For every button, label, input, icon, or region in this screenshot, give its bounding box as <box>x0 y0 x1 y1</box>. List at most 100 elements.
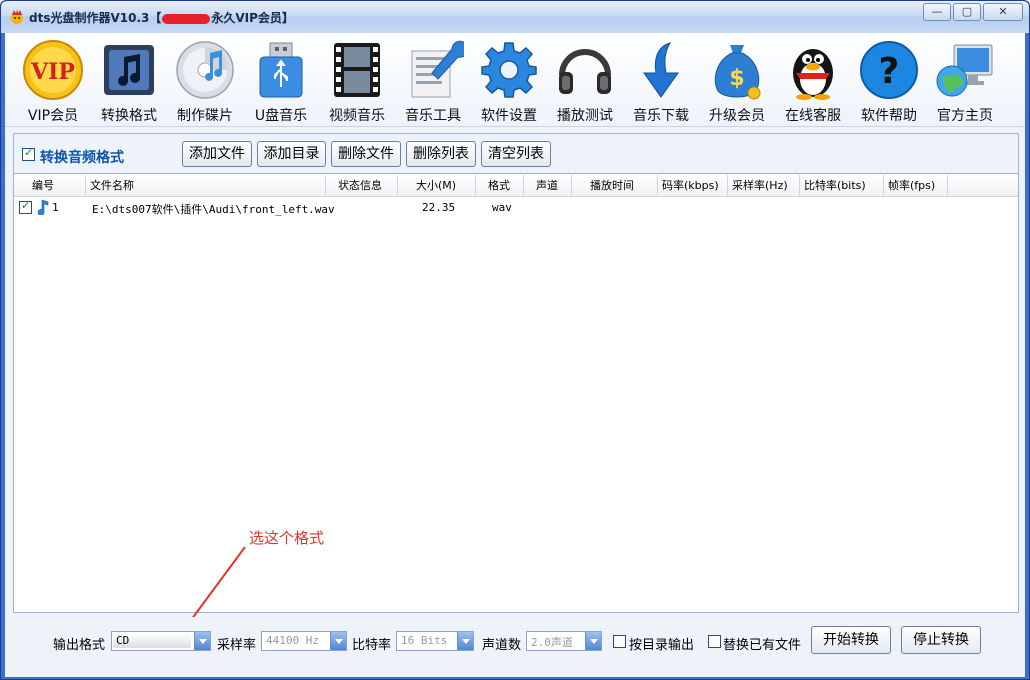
chevron-down-icon[interactable] <box>194 632 210 650</box>
column-header[interactable]: 声道 <box>524 175 572 197</box>
toolbar-label: VIP会员 <box>27 108 79 124</box>
output-format-value: CD <box>116 634 130 647</box>
samplerate-select[interactable]: 44100 Hz <box>261 631 347 651</box>
toolbar-convert-button[interactable]: 转换格式 <box>91 39 167 125</box>
toolbar-support-button[interactable]: 在线客服 <box>775 39 851 125</box>
bits-select[interactable]: 16 Bits <box>396 631 474 651</box>
convert-enable-checkbox[interactable] <box>22 146 35 161</box>
toolbar-label: 官方主页 <box>937 108 993 124</box>
replace-existing-checkbox[interactable] <box>708 635 721 648</box>
svg-text:?: ? <box>879 51 900 92</box>
svg-text:VIP: VIP <box>30 59 75 85</box>
samplerate-label: 采样率 <box>217 638 257 653</box>
column-header[interactable]: 大小(M) <box>398 175 476 197</box>
output-by-dir-label: 按目录输出 <box>629 638 695 653</box>
add-file-button[interactable]: 添加文件 <box>182 141 252 167</box>
usb-drive-icon <box>259 42 303 98</box>
audio-file-icon <box>37 199 49 215</box>
toolbar-label: 在线客服 <box>785 108 841 124</box>
toolbar-label: 软件帮助 <box>861 108 917 124</box>
window-title-prefix: dts光盘制作器V10.3【 <box>29 11 162 25</box>
vip-badge-icon: VIP <box>23 40 83 100</box>
toolbar-help-button[interactable]: ? 软件帮助 <box>851 39 927 125</box>
title-bar[interactable]: dts光盘制作器V10.3【 永久VIP会员】 — ▢ ✕ <box>1 1 1029 33</box>
delete-list-button[interactable]: 删除列表 <box>406 141 476 167</box>
column-header[interactable]: 码率(kbps) <box>658 175 728 197</box>
minimize-button[interactable]: — <box>923 3 951 21</box>
output-settings-bar: 输出格式 CD 采样率 44100 Hz 比特率 16 Bits 声道数 2.0… <box>5 617 1025 677</box>
toolbar-homepage-button[interactable]: 官方主页 <box>927 39 1003 125</box>
channels-select[interactable]: 2.0声道 <box>526 631 602 651</box>
window-title-suffix: 永久VIP会员】 <box>211 11 294 25</box>
globe-computer-icon <box>936 44 993 97</box>
column-header[interactable]: 播放时间 <box>572 175 658 197</box>
replace-existing-label: 替换已有文件 <box>723 638 802 653</box>
film-strip-icon <box>334 43 380 97</box>
tools-icon <box>411 40 464 98</box>
toolbar-burn-button[interactable]: 制作碟片 <box>167 39 243 125</box>
gear-icon <box>481 42 537 98</box>
window-title: dts光盘制作器V10.3【 永久VIP会员】 <box>29 9 294 26</box>
toolbar-video-music-button[interactable]: 视频音乐 <box>319 39 395 125</box>
toolbar-label: 视频音乐 <box>329 108 385 124</box>
toolbar-settings-button[interactable]: 软件设置 <box>471 39 547 125</box>
row-checkbox[interactable] <box>19 199 32 214</box>
toolbar-upgrade-button[interactable]: $ 升级会员 <box>699 39 775 125</box>
redacted-mark <box>162 13 211 24</box>
annotation-text: 选这个格式 <box>249 529 325 547</box>
maximize-button[interactable]: ▢ <box>953 3 981 21</box>
output-by-dir-checkbox[interactable] <box>613 635 626 648</box>
toolbar-label: 升级会员 <box>709 108 765 124</box>
column-header[interactable]: 采样率(Hz) <box>728 175 800 197</box>
bits-label: 比特率 <box>352 638 392 653</box>
column-header[interactable]: 格式 <box>476 175 524 197</box>
download-arrow-icon <box>643 42 679 98</box>
column-header[interactable]: 比特率(bits) <box>800 175 884 197</box>
chevron-down-icon[interactable] <box>457 632 473 650</box>
start-convert-button[interactable]: 开始转换 <box>811 626 891 654</box>
toolbar-music-tools-button[interactable]: 音乐工具 <box>395 39 471 125</box>
toolbar-play-test-button[interactable]: 播放测试 <box>547 39 623 125</box>
penguin-icon <box>793 49 833 100</box>
toolbar-label: 制作碟片 <box>177 108 233 124</box>
row-index: 1 <box>52 201 59 214</box>
channels-value: 2.0声道 <box>531 636 573 649</box>
app-logo-icon <box>11 9 23 24</box>
column-header[interactable]: 状态信息 <box>326 175 398 197</box>
toolbar-usb-button[interactable]: U盘音乐 <box>243 39 319 125</box>
client-area: VIP VIP会员 转换格式 制作碟片 U盘音乐 视频音乐 音乐工具 软件设置 … <box>5 33 1025 677</box>
stop-convert-button[interactable]: 停止转换 <box>901 626 981 654</box>
chevron-down-icon[interactable] <box>330 632 346 650</box>
output-format-label: 输出格式 <box>53 638 106 653</box>
table-row[interactable]: 1 E:\dts007软件\插件\Audi\front_left.wav 22.… <box>14 199 1018 217</box>
money-bag-icon: $ <box>714 45 761 100</box>
row-size: 22.35 <box>422 201 456 214</box>
convert-section-title: 转换音频格式 <box>40 150 124 166</box>
delete-file-button[interactable]: 删除文件 <box>331 141 401 167</box>
convert-section: 转换音频格式 添加文件 添加目录 删除文件 删除列表 清空列表 编号 文件名称 … <box>13 133 1019 613</box>
toolbar-download-button[interactable]: 音乐下载 <box>623 39 699 125</box>
headphones-icon <box>559 49 611 94</box>
toolbar-label: 软件设置 <box>481 108 537 124</box>
cd-disc-icon <box>176 41 234 99</box>
channels-label: 声道数 <box>482 638 522 653</box>
row-format: wav <box>492 201 512 214</box>
chevron-down-icon[interactable] <box>585 632 601 650</box>
toolbar-label: 音乐下载 <box>633 108 689 124</box>
bits-value: 16 Bits <box>401 634 448 647</box>
row-filename: E:\dts007软件\插件\Audi\front_left.wav <box>92 203 335 216</box>
column-header[interactable]: 帧率(fps) <box>884 175 948 197</box>
samplerate-value: 44100 Hz <box>266 634 319 647</box>
add-directory-button[interactable]: 添加目录 <box>257 141 326 167</box>
toolbar-label: U盘音乐 <box>254 108 308 124</box>
clear-list-button[interactable]: 清空列表 <box>481 141 551 167</box>
column-header[interactable]: 文件名称 <box>86 175 326 197</box>
toolbar-vip-button[interactable]: VIP VIP会员 <box>15 39 91 125</box>
output-format-select[interactable]: CD <box>111 631 211 651</box>
close-button[interactable]: ✕ <box>983 3 1023 21</box>
window-controls: — ▢ ✕ <box>923 3 1023 21</box>
main-toolbar: VIP VIP会员 转换格式 制作碟片 U盘音乐 视频音乐 音乐工具 软件设置 … <box>5 33 1025 127</box>
app-window: dts光盘制作器V10.3【 永久VIP会员】 — ▢ ✕ VIP VIP会员 <box>0 0 1030 680</box>
svg-text:$: $ <box>729 66 744 91</box>
column-header[interactable]: 编号 <box>14 175 86 197</box>
